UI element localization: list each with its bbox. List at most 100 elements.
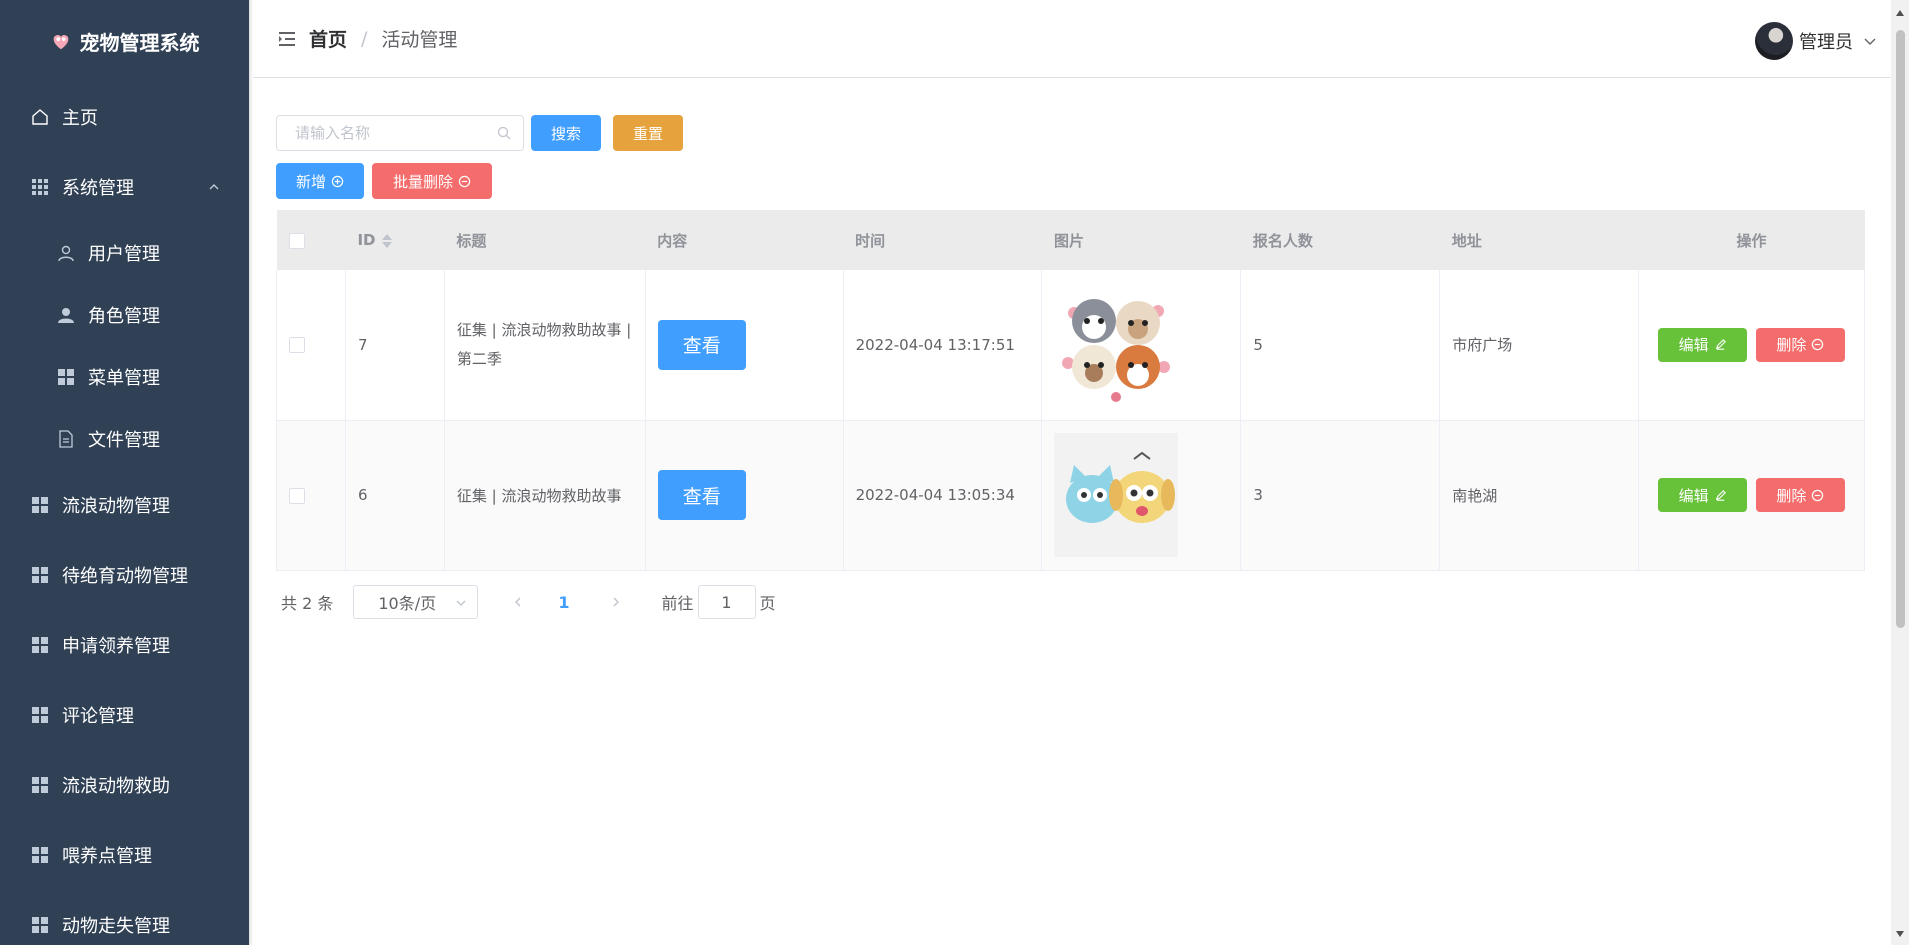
col-signup-count: 报名人数 bbox=[1240, 210, 1440, 270]
search-input[interactable] bbox=[295, 124, 485, 142]
user-icon bbox=[56, 243, 76, 263]
menu-grid-icon bbox=[30, 635, 50, 655]
sidebar-item-lost-animals[interactable]: 动物走失管理 bbox=[0, 890, 249, 945]
cell-image bbox=[1041, 420, 1242, 571]
user-menu[interactable]: 管理员 bbox=[1755, 22, 1877, 60]
sidebar-item-label: 角色管理 bbox=[88, 306, 160, 327]
sidebar-item-label: 评论管理 bbox=[62, 706, 134, 727]
app-logo[interactable]: 宠物管理系统 bbox=[0, 0, 249, 82]
sidebar: 宠物管理系统 主页 系统管理 用户管理 角色管理 菜单管理 文件管理 流浪动物管… bbox=[0, 0, 249, 945]
row-checkbox[interactable] bbox=[289, 337, 305, 354]
goto-label: 前往 bbox=[661, 594, 694, 613]
document-icon bbox=[56, 429, 76, 449]
delete-label: 删除 bbox=[1776, 486, 1807, 505]
cell-title: 征集 | 流浪动物救助故事 | 第二季 bbox=[444, 270, 646, 421]
sidebar-item-label: 菜单管理 bbox=[88, 368, 160, 389]
search-field[interactable] bbox=[276, 115, 524, 151]
cell-time: 2022-04-04 13:05:34 bbox=[843, 420, 1043, 571]
scroll-thumb[interactable] bbox=[1896, 30, 1905, 628]
user-filled-icon bbox=[56, 305, 76, 325]
sidebar-item-feeding-points[interactable]: 喂养点管理 bbox=[0, 820, 249, 890]
avatar bbox=[1755, 22, 1793, 60]
sidebar-item-rescue[interactable]: 流浪动物救助 bbox=[0, 750, 249, 820]
select-all-checkbox[interactable] bbox=[288, 232, 305, 249]
breadcrumb-home[interactable]: 首页 bbox=[309, 25, 347, 52]
delete-button[interactable]: 删除 bbox=[1755, 327, 1845, 362]
add-button[interactable]: 新增 bbox=[276, 163, 364, 199]
col-id[interactable]: ID bbox=[345, 210, 445, 270]
collapse-menu-icon[interactable] bbox=[277, 29, 297, 49]
batch-delete-button[interactable]: 批量删除 bbox=[372, 163, 492, 199]
sidebar-item-label: 动物走失管理 bbox=[62, 916, 170, 937]
breadcrumb: 首页 / 活动管理 bbox=[309, 25, 457, 52]
edit-button[interactable]: 编辑 bbox=[1658, 478, 1748, 512]
col-image: 图片 bbox=[1041, 210, 1241, 270]
scroll-up-arrow[interactable] bbox=[1896, 10, 1904, 16]
cell-id: 7 bbox=[345, 270, 445, 421]
edit-label: 编辑 bbox=[1678, 486, 1709, 505]
sidebar-item-roles[interactable]: 角色管理 bbox=[0, 284, 249, 346]
sidebar-item-files[interactable]: 文件管理 bbox=[0, 408, 249, 470]
circle-minus-icon bbox=[1812, 339, 1824, 351]
app-title: 宠物管理系统 bbox=[79, 30, 200, 55]
delete-button[interactable]: 删除 bbox=[1755, 478, 1845, 512]
cat-dog-cartoon-image[interactable] bbox=[1054, 433, 1179, 557]
page-size-select[interactable]: 10条/页 bbox=[353, 585, 479, 619]
sidebar-item-label: 用户管理 bbox=[88, 244, 160, 265]
cell-signup-count: 3 bbox=[1240, 420, 1441, 571]
cell-content: 查看 bbox=[645, 270, 844, 421]
activity-table: ID 标题 内容 时间 图片 报名人数 地址 操作 7 征集 | 流浪动物救助故… bbox=[276, 210, 1865, 571]
search-button[interactable]: 搜索 bbox=[531, 115, 601, 151]
cell-id: 6 bbox=[345, 420, 445, 571]
next-page-icon[interactable] bbox=[610, 596, 622, 608]
menu-grid-icon bbox=[56, 367, 76, 387]
row-select-cell bbox=[276, 270, 346, 421]
cats-dogs-image[interactable] bbox=[1054, 283, 1178, 407]
sort-icon[interactable] bbox=[381, 233, 392, 249]
scroll-down-arrow[interactable] bbox=[1896, 931, 1904, 937]
menu-grid-icon bbox=[30, 565, 50, 585]
chevron-up-icon bbox=[209, 184, 219, 190]
sidebar-item-sterilization[interactable]: 待绝育动物管理 bbox=[0, 540, 249, 610]
row-checkbox[interactable] bbox=[289, 487, 305, 504]
pet-heart-icon bbox=[53, 35, 68, 50]
sidebar-item-system[interactable]: 系统管理 bbox=[0, 152, 249, 222]
sidebar-item-stray-animals[interactable]: 流浪动物管理 bbox=[0, 470, 249, 540]
total-count: 共 2 条 bbox=[281, 594, 334, 613]
add-button-label: 新增 bbox=[295, 172, 326, 191]
table-header: ID 标题 内容 时间 图片 报名人数 地址 操作 bbox=[276, 210, 1865, 270]
sidebar-item-label: 文件管理 bbox=[88, 430, 160, 451]
sidebar-menu: 主页 系统管理 用户管理 角色管理 菜单管理 文件管理 流浪动物管理 待绝育动物… bbox=[0, 82, 249, 945]
sidebar-item-comments[interactable]: 评论管理 bbox=[0, 680, 249, 750]
circle-plus-icon bbox=[331, 175, 344, 187]
cell-time: 2022-04-04 13:17:51 bbox=[843, 270, 1043, 421]
page-scrollbar[interactable] bbox=[1891, 0, 1909, 945]
circle-minus-icon bbox=[1812, 489, 1824, 501]
cell-content: 查看 bbox=[645, 420, 844, 571]
view-button[interactable]: 查看 bbox=[657, 319, 746, 370]
page-number[interactable]: 1 bbox=[558, 593, 569, 612]
col-actions: 操作 bbox=[1638, 210, 1865, 270]
view-button[interactable]: 查看 bbox=[657, 470, 746, 520]
grid-icon bbox=[30, 177, 50, 197]
menu-grid-icon bbox=[30, 705, 50, 725]
sidebar-shadow bbox=[249, 0, 253, 945]
sidebar-item-label: 主页 bbox=[62, 108, 98, 129]
prev-page-icon[interactable] bbox=[512, 596, 524, 608]
edit-button[interactable]: 编辑 bbox=[1658, 327, 1748, 362]
batch-delete-label: 批量删除 bbox=[392, 172, 453, 191]
sidebar-item-menus[interactable]: 菜单管理 bbox=[0, 346, 249, 408]
sidebar-item-label: 喂养点管理 bbox=[62, 846, 152, 867]
sidebar-item-label: 系统管理 bbox=[62, 178, 134, 199]
goto-page-input[interactable] bbox=[697, 585, 756, 619]
sidebar-item-adoption[interactable]: 申请领养管理 bbox=[0, 610, 249, 680]
col-address: 地址 bbox=[1439, 210, 1639, 270]
sidebar-item-label: 申请领养管理 bbox=[62, 636, 170, 657]
sidebar-item-home[interactable]: 主页 bbox=[0, 82, 249, 152]
table-row: 6 征集 | 流浪动物救助故事 查看 2022-04-04 13:05:34 3 bbox=[276, 420, 1865, 571]
cell-address: 市府广场 bbox=[1439, 270, 1640, 421]
breadcrumb-current: 活动管理 bbox=[381, 29, 458, 51]
menu-grid-icon bbox=[30, 495, 50, 515]
sidebar-item-users[interactable]: 用户管理 bbox=[0, 222, 249, 284]
reset-button[interactable]: 重置 bbox=[613, 115, 683, 151]
